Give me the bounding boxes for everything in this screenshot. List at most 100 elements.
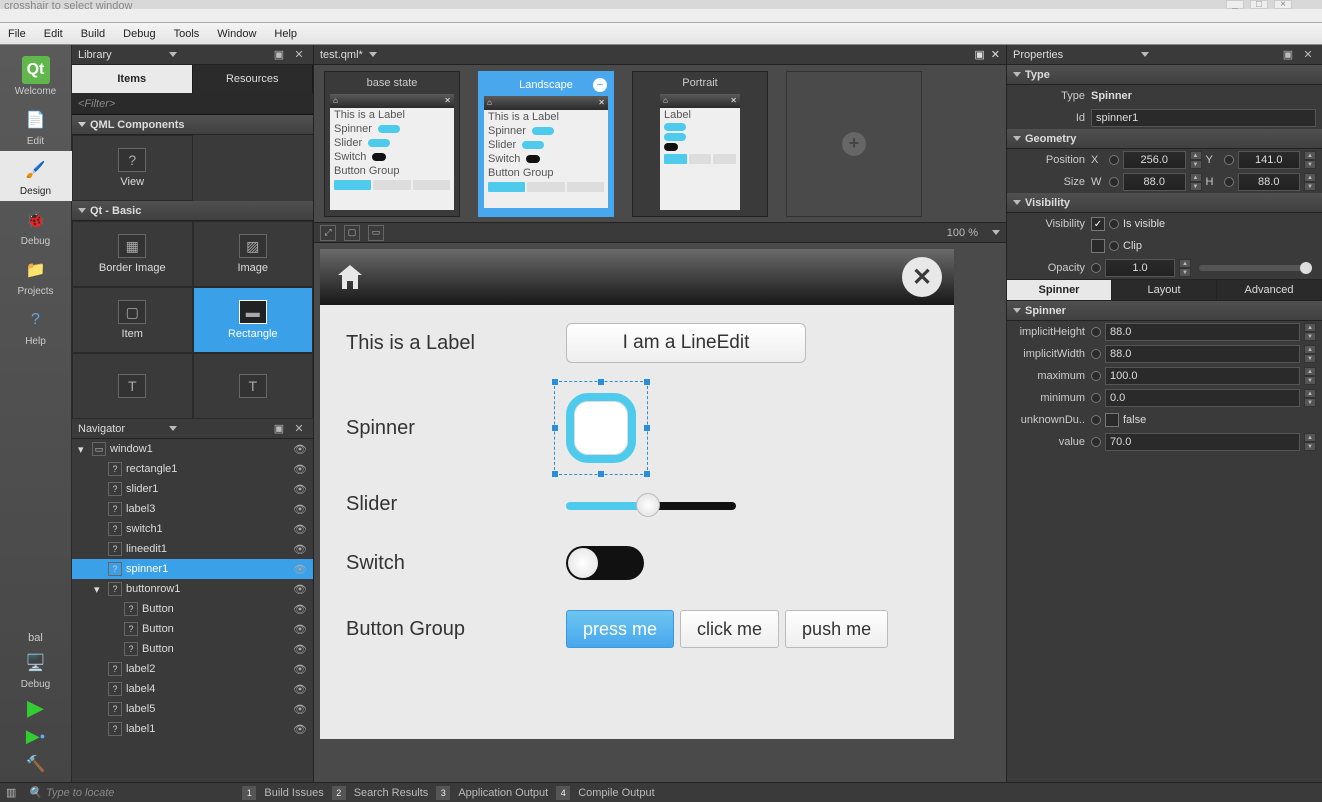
dropdown-icon[interactable] [169, 52, 177, 57]
menu-tools[interactable]: Tools [174, 28, 200, 40]
dropdown-icon[interactable] [992, 230, 1000, 235]
y-input[interactable]: 141.0 [1238, 151, 1301, 169]
x-input[interactable]: 256.0 [1123, 151, 1186, 169]
section-geometry[interactable]: Geometry [1007, 129, 1322, 149]
visibility-eye-icon[interactable]: 👁 [293, 683, 307, 696]
design-canvas[interactable]: ✕ This is a Label I am a LineEdit Spinne… [320, 249, 954, 739]
section-type[interactable]: Type [1007, 65, 1322, 85]
mode-debug[interactable]: 🐞 Debug [0, 201, 72, 251]
run-target[interactable]: 🖥️ Debug [0, 644, 72, 694]
visibility-eye-icon[interactable]: 👁 [293, 623, 307, 636]
library-item-borderimage[interactable]: ▦Border Image [72, 221, 193, 287]
state-portrait[interactable]: Portrait ⌂✕ Label [632, 71, 768, 217]
library-item-text2[interactable]: T [193, 353, 314, 419]
nav-item-Button[interactable]: ?Button👁 [72, 639, 313, 659]
maximize-button[interactable]: □ [1250, 0, 1268, 9]
mode-help[interactable]: ? Help [0, 301, 72, 351]
nav-item-label5[interactable]: ?label5👁 [72, 699, 313, 719]
dropdown-icon[interactable] [169, 426, 177, 431]
tab-items[interactable]: Items [72, 65, 193, 93]
visibility-eye-icon[interactable]: 👁 [293, 663, 307, 676]
menu-edit[interactable]: Edit [44, 28, 63, 40]
library-item-text[interactable]: T [72, 353, 193, 419]
run-button[interactable]: ▶ [0, 694, 72, 722]
nav-item-rectangle1[interactable]: ?rectangle1👁 [72, 459, 313, 479]
link-radio[interactable] [1224, 155, 1234, 165]
boundingrect-icon[interactable]: ▢ [344, 225, 360, 241]
close-icon[interactable]: ✕ [291, 47, 307, 63]
visibility-eye-icon[interactable]: 👁 [293, 583, 307, 596]
close-icon[interactable]: ✕ [1300, 47, 1316, 63]
section-spinner[interactable]: Spinner [1007, 301, 1322, 321]
dropdown-icon[interactable] [1141, 52, 1149, 57]
visible-checkbox[interactable]: ✓ [1091, 217, 1105, 231]
visibility-eye-icon[interactable]: 👁 [293, 703, 307, 716]
visibility-eye-icon[interactable]: 👁 [293, 443, 307, 456]
menubar[interactable]: File Edit Build Debug Tools Window Help [0, 23, 1322, 45]
mode-edit[interactable]: 📄 Edit [0, 101, 72, 151]
state-landscape[interactable]: Landscape− ⌂✕ This is a Label Spinner Sl… [478, 71, 614, 217]
state-add[interactable]: + [786, 71, 922, 217]
nav-item-buttonrow1[interactable]: ▾?buttonrow1👁 [72, 579, 313, 599]
close-icon[interactable]: ✕ [991, 48, 1000, 61]
visibility-eye-icon[interactable]: 👁 [293, 523, 307, 536]
subtab-layout[interactable]: Layout [1112, 280, 1217, 300]
remove-state-icon[interactable]: − [593, 78, 607, 92]
opacity-input[interactable]: 1.0 [1105, 259, 1175, 277]
dropdown-icon[interactable] [369, 52, 377, 57]
library-item-item[interactable]: ▢Item [72, 287, 193, 353]
build-button[interactable]: 🔨 [0, 750, 72, 778]
visibility-eye-icon[interactable]: 👁 [293, 643, 307, 656]
visibility-eye-icon[interactable]: 👁 [293, 723, 307, 736]
status-compile-output[interactable]: Compile Output [578, 787, 654, 799]
mode-design[interactable]: 🖌️ Design [0, 151, 72, 201]
sidebar-toggle-icon[interactable]: ▥ [6, 786, 16, 799]
nav-item-lineedit1[interactable]: ?lineedit1👁 [72, 539, 313, 559]
menu-file[interactable]: File [8, 28, 26, 40]
nav-item-spinner1[interactable]: ?spinner1👁 [72, 559, 313, 579]
locator-input[interactable]: 🔍 Type to locate [24, 786, 234, 799]
close-icon[interactable]: ✕ [291, 421, 307, 437]
spinner-control[interactable] [566, 393, 636, 463]
button-push-me[interactable]: push me [785, 610, 888, 648]
nav-item-switch1[interactable]: ?switch1👁 [72, 519, 313, 539]
menu-debug[interactable]: Debug [123, 28, 155, 40]
visibility-eye-icon[interactable]: 👁 [293, 563, 307, 576]
value-input[interactable]: 70.0 [1105, 433, 1300, 451]
library-item-image[interactable]: ▨Image [193, 221, 314, 287]
visibility-eye-icon[interactable]: 👁 [293, 543, 307, 556]
implicitHeight-input[interactable]: 88.0 [1105, 323, 1300, 341]
maximum-input[interactable]: 100.0 [1105, 367, 1300, 385]
run-debug-button[interactable]: ▶● [0, 722, 72, 750]
button-click-me[interactable]: click me [680, 610, 779, 648]
x-stepper[interactable]: ▲▼ [1190, 151, 1202, 169]
rect-icon[interactable]: ▭ [368, 225, 384, 241]
status-build-issues[interactable]: Build Issues [264, 787, 323, 799]
unknownDu..-checkbox[interactable] [1105, 413, 1119, 427]
nav-item-label2[interactable]: ?label2👁 [72, 659, 313, 679]
link-radio[interactable] [1109, 155, 1119, 165]
navigator-tree[interactable]: ▾▭window1👁?rectangle1👁?slider1👁?label3👁?… [72, 439, 313, 782]
visibility-eye-icon[interactable]: 👁 [293, 503, 307, 516]
split-icon[interactable]: ▣ [1280, 47, 1296, 63]
button-press-me[interactable]: press me [566, 610, 674, 648]
menu-help[interactable]: Help [274, 28, 297, 40]
state-base[interactable]: base state ⌂✕ This is a Label Spinner Sl… [324, 71, 460, 217]
clip-checkbox[interactable] [1091, 239, 1105, 253]
nav-item-Button[interactable]: ?Button👁 [72, 599, 313, 619]
nav-item-Button[interactable]: ?Button👁 [72, 619, 313, 639]
opacity-slider[interactable] [1199, 265, 1312, 271]
split-icon[interactable]: ▣ [271, 421, 287, 437]
switch-control[interactable] [566, 546, 644, 580]
implicitWidth-input[interactable]: 88.0 [1105, 345, 1300, 363]
zoom-level[interactable]: 100 % [947, 227, 978, 239]
visibility-eye-icon[interactable]: 👁 [293, 463, 307, 476]
nav-item-slider1[interactable]: ?slider1👁 [72, 479, 313, 499]
close-icon[interactable]: ✕ [902, 257, 942, 297]
split-icon[interactable]: ▣ [271, 47, 287, 63]
section-qml-components[interactable]: QML Components [72, 115, 313, 135]
subtab-advanced[interactable]: Advanced [1217, 280, 1322, 300]
menu-window[interactable]: Window [217, 28, 256, 40]
id-input[interactable]: spinner1 [1091, 109, 1316, 127]
tab-resources[interactable]: Resources [193, 65, 314, 93]
